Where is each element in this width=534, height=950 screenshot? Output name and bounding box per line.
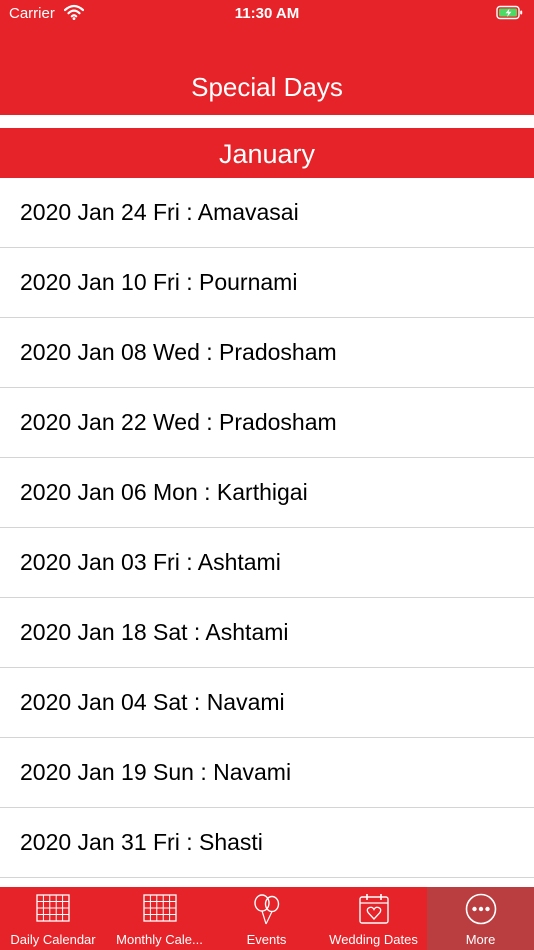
list-item[interactable]: 2020 Jan 22 Wed : Pradosham (0, 388, 534, 458)
header-gap (0, 115, 534, 128)
tab-daily-calendar[interactable]: Daily Calendar (0, 887, 106, 950)
tab-bar: Daily Calendar Monthly Cale... Events We… (0, 887, 534, 950)
list-item[interactable]: 2020 Jan 19 Sun : Navami (0, 738, 534, 808)
list-item[interactable]: 2020 Jan 24 Fri : Amavasai (0, 178, 534, 248)
tab-monthly-calendar[interactable]: Monthly Cale... (106, 887, 213, 950)
tab-more[interactable]: More (427, 887, 534, 950)
tab-label: Wedding Dates (329, 932, 418, 947)
list-item[interactable]: 2020 Jan 10 Fri : Pournami (0, 248, 534, 318)
balloons-icon (213, 893, 320, 925)
status-time: 11:30 AM (234, 5, 300, 22)
list-item[interactable]: 2020 Jan 03 Fri : Ashtami (0, 528, 534, 598)
more-icon (427, 893, 534, 925)
list-item[interactable]: 2020 Jan 08 Wed : Pradosham (0, 318, 534, 388)
tab-events[interactable]: Events (213, 887, 320, 950)
list-item[interactable]: 2020 Jan 04 Sat : Navami (0, 668, 534, 738)
tab-label: Events (246, 932, 287, 947)
list-item[interactable]: 2020 Jan 18 Sat : Ashtami (0, 598, 534, 668)
status-bar: Carrier 11:30 AM (0, 0, 534, 28)
list-item[interactable]: 2020 Jan 06 Mon : Karthigai (0, 458, 534, 528)
heart-calendar-icon (320, 893, 427, 925)
tab-label: Daily Calendar (10, 932, 96, 947)
special-days-list: 2020 Jan 24 Fri : Amavasai 2020 Jan 10 F… (0, 178, 534, 878)
section-header-january: January (0, 128, 534, 178)
calendar-grid-icon (0, 893, 106, 925)
page-title: Special Days (191, 72, 343, 102)
tab-label: More (465, 932, 496, 947)
nav-header: Carrier 11:30 AM Special Days (0, 0, 534, 115)
tab-label: Monthly Cale... (116, 932, 203, 947)
calendar-grid-icon (106, 893, 213, 925)
list-item[interactable]: 2020 Jan 31 Fri : Shasti (0, 808, 534, 878)
battery-charging-icon (496, 5, 524, 25)
tab-wedding-dates[interactable]: Wedding Dates (320, 887, 427, 950)
